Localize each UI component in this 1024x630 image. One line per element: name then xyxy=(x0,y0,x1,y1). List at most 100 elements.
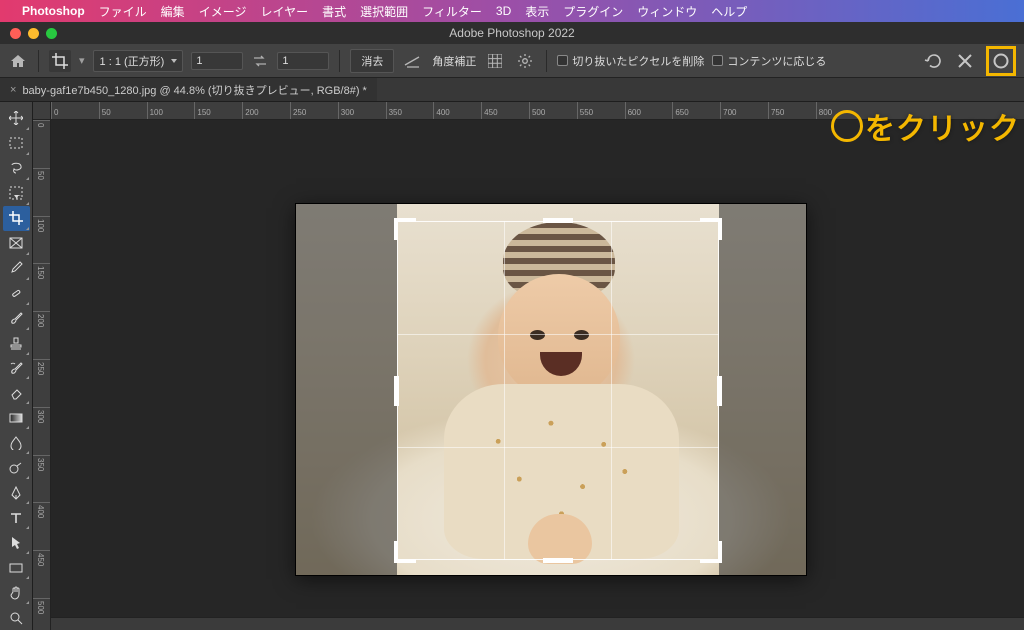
tool-type[interactable] xyxy=(3,505,30,530)
crop-handle-br[interactable] xyxy=(700,541,722,563)
ruler-tick: 450 xyxy=(481,102,529,119)
crop-handle-bl[interactable] xyxy=(394,541,416,563)
tool-move[interactable] xyxy=(3,106,30,131)
document-canvas[interactable] xyxy=(296,204,806,575)
tool-crop[interactable] xyxy=(3,206,30,231)
document-tab-bar: × baby-gaf1e7b450_1280.jpg @ 44.8% (切り抜き… xyxy=(0,78,1024,102)
ruler-tick: 400 xyxy=(33,502,50,550)
menu-window[interactable]: ウィンドウ xyxy=(637,3,697,20)
tool-quick-select[interactable] xyxy=(3,181,30,206)
home-icon[interactable] xyxy=(8,52,28,70)
menu-layer[interactable]: レイヤー xyxy=(260,3,308,20)
commit-crop-icon[interactable] xyxy=(990,50,1012,72)
crop-height-field[interactable]: 1 xyxy=(277,52,329,70)
window-minimize-button[interactable] xyxy=(28,28,39,39)
window-titlebar: Adobe Photoshop 2022 xyxy=(0,22,1024,44)
annotation-circle-icon xyxy=(831,110,863,142)
menu-file[interactable]: ファイル xyxy=(99,3,147,20)
tool-history-brush[interactable] xyxy=(3,356,30,381)
content-aware-checkbox[interactable]: コンテンツに応じる xyxy=(712,53,826,69)
crop-handle-top[interactable] xyxy=(543,218,573,223)
canvas-area[interactable]: 0501001502002503003504004505005506006507… xyxy=(33,102,1024,630)
menu-type[interactable]: 書式 xyxy=(322,3,346,20)
crop-box[interactable] xyxy=(397,221,719,560)
tool-brush[interactable] xyxy=(3,306,30,331)
macos-menu-bar: Photoshop ファイル 編集 イメージ レイヤー 書式 選択範囲 フィルタ… xyxy=(0,0,1024,22)
ruler-tick: 550 xyxy=(577,102,625,119)
document-tab[interactable]: × baby-gaf1e7b450_1280.jpg @ 44.8% (切り抜き… xyxy=(0,78,377,101)
commit-highlight xyxy=(986,46,1016,76)
crop-handle-right[interactable] xyxy=(717,376,722,406)
crop-shield-left xyxy=(296,204,397,575)
horizontal-scrollbar[interactable] xyxy=(51,617,1024,630)
tool-frame[interactable] xyxy=(3,231,30,256)
window-close-button[interactable] xyxy=(10,28,21,39)
menu-edit[interactable]: 編集 xyxy=(161,3,185,20)
ruler-tick: 250 xyxy=(290,102,338,119)
tool-hand[interactable] xyxy=(3,580,30,605)
tool-gradient[interactable] xyxy=(3,405,30,430)
crop-handle-tl[interactable] xyxy=(394,218,416,240)
crop-handle-left[interactable] xyxy=(394,376,399,406)
window-title: Adobe Photoshop 2022 xyxy=(449,26,574,40)
ruler-tick: 50 xyxy=(33,168,50,216)
delete-cropped-label: 切り抜いたピクセルを削除 xyxy=(572,53,704,69)
tool-eraser[interactable] xyxy=(3,380,30,405)
tool-blur[interactable] xyxy=(3,430,30,455)
tool-heal[interactable] xyxy=(3,281,30,306)
tool-rectangle[interactable] xyxy=(3,555,30,580)
overlay-options-icon[interactable] xyxy=(484,50,506,72)
ruler-tick: 500 xyxy=(529,102,577,119)
window-zoom-button[interactable] xyxy=(46,28,57,39)
straighten-icon[interactable] xyxy=(402,50,424,72)
crop-width-field[interactable]: 1 xyxy=(191,52,243,70)
crop-shield-right xyxy=(719,204,806,575)
tool-lasso[interactable] xyxy=(3,156,30,181)
tool-dodge[interactable] xyxy=(3,455,30,480)
swap-dimensions-icon[interactable] xyxy=(251,55,269,67)
separator xyxy=(38,50,39,72)
document-tab-label: baby-gaf1e7b450_1280.jpg @ 44.8% (切り抜きプレ… xyxy=(22,82,366,98)
ruler-tick: 500 xyxy=(33,598,50,630)
menu-help[interactable]: ヘルプ xyxy=(711,3,747,20)
ruler-vertical[interactable]: 0501001502002503003504004505005506006507… xyxy=(33,120,51,630)
menu-filter[interactable]: フィルター xyxy=(422,3,482,20)
ruler-tick: 150 xyxy=(33,263,50,311)
options-bar: ▾ 1 : 1 (正方形) 1 1 消去 角度補正 切り抜いたピクセルを削除 コ… xyxy=(0,44,1024,78)
ruler-tick: 100 xyxy=(147,102,195,119)
ruler-tick: 200 xyxy=(33,311,50,359)
reset-crop-icon[interactable] xyxy=(922,50,944,72)
ruler-tick: 0 xyxy=(51,102,99,119)
app-name[interactable]: Photoshop xyxy=(22,4,85,18)
delete-cropped-checkbox[interactable]: 切り抜いたピクセルを削除 xyxy=(557,53,704,69)
ruler-tick: 600 xyxy=(625,102,673,119)
menu-3d[interactable]: 3D xyxy=(496,4,511,18)
crop-settings-icon[interactable] xyxy=(514,50,536,72)
clear-button[interactable]: 消去 xyxy=(350,49,394,73)
tool-marquee[interactable] xyxy=(3,131,30,156)
tool-eyedropper[interactable] xyxy=(3,256,30,281)
crop-handle-tr[interactable] xyxy=(700,218,722,240)
menu-plugins[interactable]: プラグイン xyxy=(563,3,623,20)
menu-view[interactable]: 表示 xyxy=(525,3,549,20)
menu-select[interactable]: 選択範囲 xyxy=(360,3,408,20)
cancel-crop-icon[interactable] xyxy=(954,50,976,72)
straighten-label: 角度補正 xyxy=(432,53,476,69)
ruler-origin[interactable] xyxy=(33,102,51,120)
separator xyxy=(339,50,340,72)
menu-image[interactable]: イメージ xyxy=(199,3,247,20)
tool-zoom[interactable] xyxy=(3,605,30,630)
ruler-tick: 250 xyxy=(33,359,50,407)
crop-handle-bottom[interactable] xyxy=(543,558,573,563)
annotation: をクリック xyxy=(831,104,1020,148)
ruler-tick: 100 xyxy=(33,216,50,264)
ruler-tick: 200 xyxy=(242,102,290,119)
tool-path-select[interactable] xyxy=(3,530,30,555)
tool-stamp[interactable] xyxy=(3,331,30,356)
tool-pen[interactable] xyxy=(3,480,30,505)
ratio-preset-dropdown[interactable]: 1 : 1 (正方形) xyxy=(93,50,184,72)
close-tab-icon[interactable]: × xyxy=(10,84,16,96)
content-aware-label: コンテンツに応じる xyxy=(727,53,826,69)
crop-tool-icon[interactable] xyxy=(49,50,71,72)
separator xyxy=(546,50,547,72)
